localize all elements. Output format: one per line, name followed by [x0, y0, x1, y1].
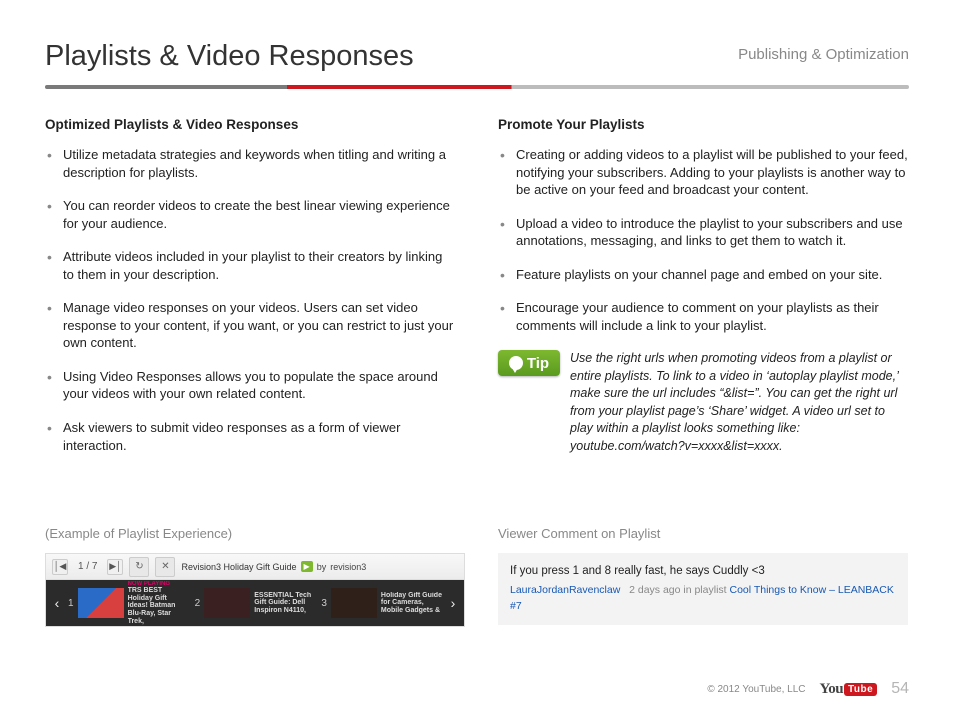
list-item: Utilize metadata strategies and keywords… [45, 146, 456, 181]
tip-badge: Tip [498, 350, 560, 376]
playlist-title: Revision3 Holiday Gift Guide [181, 562, 296, 572]
tip-badge-label: Tip [527, 355, 549, 372]
repeat-icon[interactable]: ↻ [129, 557, 149, 577]
copyright: © 2012 YouTube, LLC [707, 684, 805, 695]
playlist-item[interactable]: 2 ESSENTIAL Tech Gift Guide: Dell Inspir… [195, 588, 316, 618]
playlist-item-title: ESSENTIAL Tech Gift Guide: Dell Inspiron… [254, 592, 315, 615]
list-item: Creating or adding videos to a playlist … [498, 146, 909, 199]
tip-box: Tip Use the right urls when promoting vi… [498, 350, 909, 455]
playlist-screenshot: │◀ 1 / 7 ▶│ ↻ ✕ Revision3 Holiday Gift G… [45, 553, 465, 627]
right-heading: Promote Your Playlists [498, 117, 909, 132]
left-heading: Optimized Playlists & Video Responses [45, 117, 456, 132]
scroll-right-icon[interactable]: › [448, 595, 458, 611]
comment-text: If you press 1 and 8 really fast, he say… [510, 563, 896, 580]
playlist-by-badge: ▶ [301, 561, 313, 572]
example-right-label: Viewer Comment on Playlist [498, 526, 909, 541]
comment-when: 2 days ago in playlist [629, 584, 726, 596]
comment-user-link[interactable]: LauraJordanRavenclaw [510, 584, 620, 596]
page-number: 54 [891, 680, 909, 698]
list-item: Using Video Responses allows you to popu… [45, 368, 456, 403]
video-thumbnail [331, 588, 377, 618]
left-bullet-list: Utilize metadata strategies and keywords… [45, 146, 456, 454]
video-thumbnail [204, 588, 250, 618]
youtube-logo-tube: Tube [844, 683, 877, 696]
divider-bar [45, 85, 909, 89]
list-item: Upload a video to introduce the playlist… [498, 215, 909, 250]
list-item: Attribute videos included in your playli… [45, 248, 456, 283]
speech-bubble-icon [509, 356, 523, 370]
playlist-item-num: 3 [321, 598, 327, 609]
youtube-logo: You Tube [820, 681, 878, 698]
scroll-left-icon[interactable]: ‹ [52, 595, 62, 611]
playlist-item[interactable]: 1 NOW PLAYING TRS BEST Holiday Gift Idea… [68, 581, 189, 625]
playlist-item-num: 1 [68, 598, 74, 609]
playlist-item-title: TRS BEST Holiday Gift Ideas! Batman Blu-… [128, 587, 189, 625]
list-item: You can reorder videos to create the bes… [45, 197, 456, 232]
playlist-item-num: 2 [195, 598, 201, 609]
list-item: Ask viewers to submit video responses as… [45, 419, 456, 454]
youtube-logo-you: You [820, 681, 844, 698]
playlist-count: 1 / 7 [74, 561, 101, 572]
list-item: Manage video responses on your videos. U… [45, 299, 456, 352]
playlist-item[interactable]: 3 Holiday Gift Guide for Cameras, Mobile… [321, 588, 442, 618]
tip-text: Use the right urls when promoting videos… [570, 350, 909, 455]
prev-track-icon[interactable]: │◀ [52, 559, 68, 575]
example-left-label: (Example of Playlist Experience) [45, 526, 456, 541]
section-label: Publishing & Optimization [738, 46, 909, 63]
list-item: Feature playlists on your channel page a… [498, 266, 909, 284]
list-item: Encourage your audience to comment on yo… [498, 299, 909, 334]
video-thumbnail [78, 588, 124, 618]
playlist-by-name: revision3 [330, 562, 366, 572]
next-track-icon[interactable]: ▶│ [107, 559, 123, 575]
playlist-by-prefix: by [317, 562, 327, 572]
right-bullet-list: Creating or adding videos to a playlist … [498, 146, 909, 334]
comment-screenshot: If you press 1 and 8 really fast, he say… [498, 553, 908, 625]
shuffle-icon[interactable]: ✕ [155, 557, 175, 577]
playlist-item-title: Holiday Gift Guide for Cameras, Mobile G… [381, 592, 442, 615]
